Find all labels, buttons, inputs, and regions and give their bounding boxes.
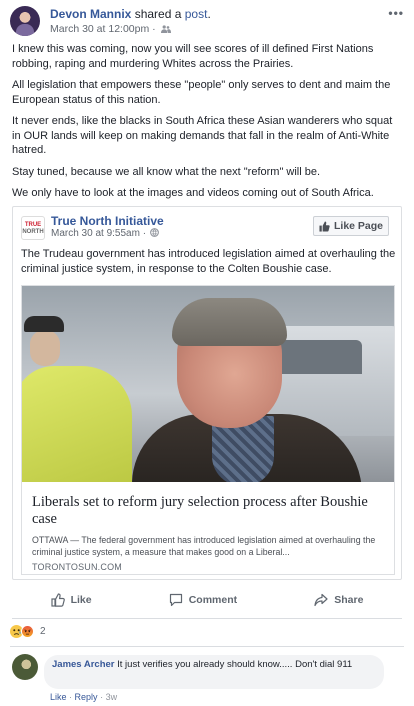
- comment-reply-link[interactable]: Reply: [75, 692, 98, 702]
- post-options-icon[interactable]: •••: [388, 6, 404, 20]
- post-card: Devon Mannix shared a post. March 30 at …: [0, 0, 414, 706]
- actions-divider: [12, 618, 402, 619]
- article-description: OTTAWA — The federal government has intr…: [32, 535, 376, 557]
- reaction-summary[interactable]: 2: [10, 625, 46, 638]
- post-paragraph: Stay tuned, because we all know what the…: [12, 165, 321, 178]
- comment-actions: Like · Reply · 3w: [50, 692, 118, 702]
- author-avatar[interactable]: [10, 6, 40, 36]
- author-line: Devon Mannix shared a post.: [50, 7, 211, 21]
- author-name[interactable]: Devon Mannix: [50, 7, 131, 21]
- commenter-avatar[interactable]: [12, 654, 38, 680]
- commenter-name[interactable]: James Archer: [52, 659, 115, 670]
- page-name[interactable]: True North Initiative: [51, 214, 164, 228]
- friends-privacy-icon: [160, 25, 171, 33]
- comment-icon: [169, 593, 182, 607]
- shared-post-link[interactable]: post: [185, 7, 208, 21]
- post-paragraph: We only have to look at the images and v…: [12, 187, 374, 199]
- article-photo[interactable]: [22, 286, 394, 482]
- shared-post-text: The Trudeau government has introduced le…: [21, 248, 396, 275]
- shared-post: TRUE NORTH True North Initiative March 30…: [12, 206, 402, 580]
- page-logo[interactable]: TRUE NORTH: [21, 216, 45, 240]
- comments-divider: [10, 646, 404, 647]
- share-button[interactable]: Share: [314, 593, 363, 607]
- article-title[interactable]: Liberals set to reform jury selection pr…: [32, 494, 388, 528]
- globe-icon: [149, 228, 159, 237]
- post-actions: Like Comment Share: [12, 586, 402, 614]
- comment-text: It just verifies you already should know…: [117, 659, 353, 670]
- post-paragraph: I knew this was coming, now you will see…: [12, 43, 374, 70]
- post-body: I knew this was coming, now you will see…: [12, 42, 402, 208]
- post-paragraph: It never ends, like the blacks in South …: [12, 115, 393, 156]
- comment-like-link[interactable]: Like: [50, 692, 67, 702]
- share-verb: shared a post.: [134, 7, 211, 21]
- share-arrow-icon: [314, 593, 328, 607]
- angry-reaction-icon: [21, 625, 34, 638]
- reaction-count[interactable]: 2: [40, 626, 46, 637]
- post-header: Devon Mannix shared a post. March 30 at …: [10, 6, 404, 36]
- post-paragraph: All legislation that empowers these "peo…: [12, 79, 391, 106]
- article-domain: TORONTOSUN.COM: [32, 562, 122, 572]
- comment-bubble: James Archer It just verifies you alread…: [44, 655, 384, 689]
- thumbs-up-icon: [319, 221, 330, 232]
- thumbs-up-icon: [50, 593, 65, 607]
- post-timestamp[interactable]: March 30 at 12:00pm ·: [50, 23, 171, 35]
- shared-timestamp[interactable]: March 30 at 9:55am ·: [51, 228, 159, 239]
- like-button[interactable]: Like: [50, 593, 92, 607]
- comment-button[interactable]: Comment: [169, 593, 237, 607]
- like-page-button[interactable]: Like Page: [313, 216, 389, 236]
- link-preview[interactable]: Liberals set to reform jury selection pr…: [21, 285, 395, 575]
- comment-time[interactable]: 3w: [106, 692, 118, 702]
